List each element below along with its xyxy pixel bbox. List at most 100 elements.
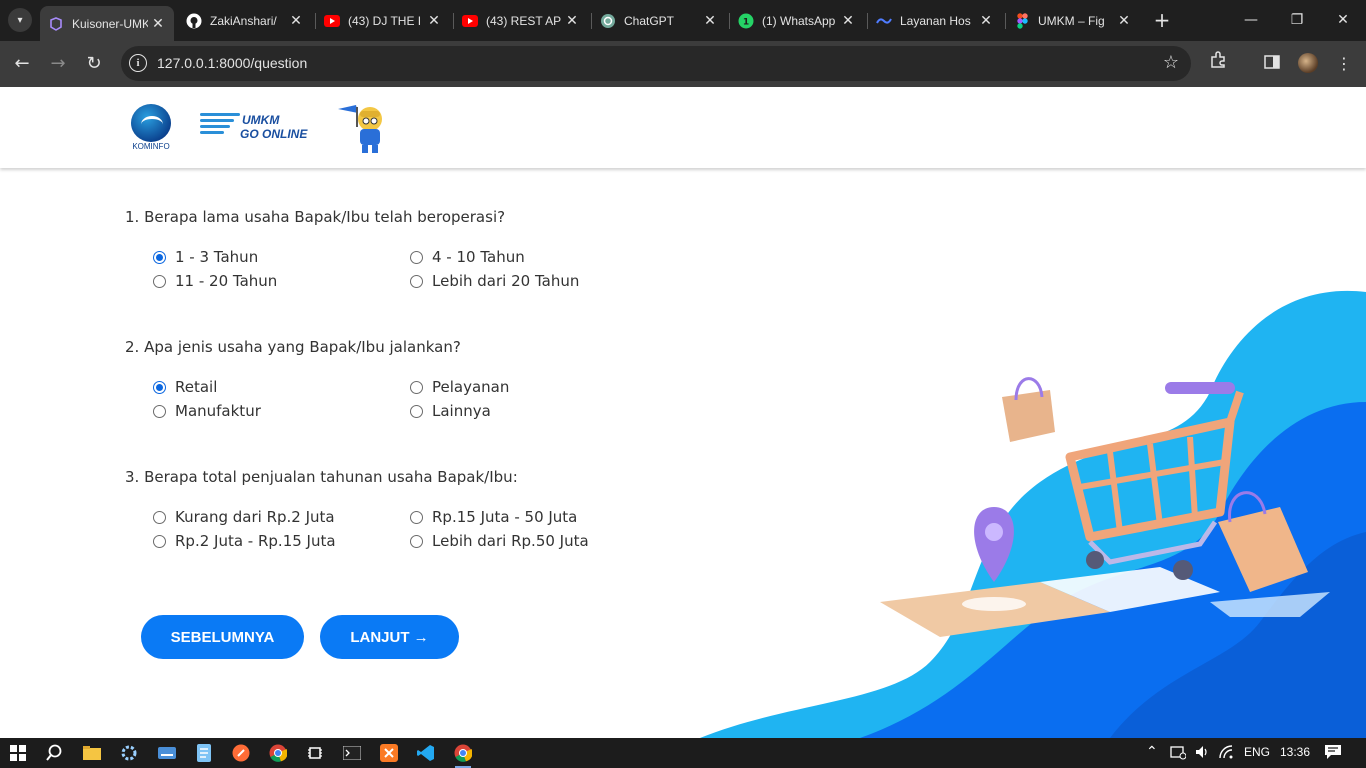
tab-title: Kuisoner-UMKM — [72, 16, 148, 31]
tab-github[interactable]: ZakiAnshari/ ✕ — [178, 6, 312, 35]
chrome-app-icon[interactable] — [266, 741, 290, 765]
tray-chevron-icon[interactable]: ⌃ — [1146, 743, 1158, 760]
radio-button[interactable] — [153, 274, 166, 288]
radio-button[interactable] — [410, 510, 423, 524]
notepad-app-icon[interactable] — [192, 741, 216, 765]
option-retail[interactable]: Retail — [153, 377, 410, 397]
url-text[interactable]: 127.0.0.1:8000/question — [157, 55, 307, 71]
site-header: KOMINFO UMKM GO ONLINE — [0, 87, 1366, 168]
option-1-3-tahun[interactable]: 1 - 3 Tahun — [153, 247, 410, 267]
tab-search-button[interactable]: ▾ — [8, 8, 32, 32]
restore-icon[interactable]: ❐ — [1274, 6, 1320, 34]
radio-button[interactable] — [153, 380, 166, 394]
radio-button[interactable] — [153, 404, 166, 418]
keyboard-app-icon[interactable] — [155, 741, 179, 765]
postman-app-icon[interactable] — [229, 741, 253, 765]
browser-menu-icon[interactable]: ⋮ — [1330, 50, 1358, 78]
minimize-icon[interactable]: — — [1228, 6, 1274, 34]
radio-button[interactable] — [153, 534, 166, 548]
tab-youtube-dj[interactable]: (43) DJ THE I ✕ — [316, 6, 450, 35]
new-tab-button[interactable]: + — [1152, 9, 1172, 31]
chrome-active-app-icon[interactable] — [451, 741, 475, 768]
option-pelayanan[interactable]: Pelayanan — [410, 377, 630, 397]
wifi-icon[interactable] — [1218, 744, 1234, 763]
site-info-icon[interactable]: i — [129, 54, 147, 72]
option-11-20-tahun[interactable]: 11 - 20 Tahun — [153, 271, 410, 291]
tab-whatsapp[interactable]: 1 (1) WhatsApp ✕ — [730, 6, 864, 35]
option-4-10-tahun[interactable]: 4 - 10 Tahun — [410, 247, 630, 267]
volume-icon[interactable] — [1194, 744, 1210, 763]
youtube-icon — [462, 13, 478, 29]
radio-button[interactable] — [410, 380, 423, 394]
option-lebih-20-tahun[interactable]: Lebih dari 20 Tahun — [410, 271, 630, 291]
windows-taskbar: ⌃ ENG 13:36 — [0, 738, 1366, 768]
tab-youtube-rest[interactable]: (43) REST AP ✕ — [454, 6, 588, 35]
network-status-icon[interactable] — [1170, 744, 1187, 763]
option-lainnya[interactable]: Lainnya — [410, 401, 630, 421]
question-1: 1. Berapa lama usaha Bapak/Ibu telah ber… — [125, 208, 685, 291]
forward-icon[interactable]: → — [44, 50, 72, 78]
whatsapp-icon: 1 — [738, 13, 754, 29]
terminal-app-icon[interactable] — [340, 741, 364, 765]
radio-button[interactable] — [153, 510, 166, 524]
option-lebih-50-juta[interactable]: Lebih dari Rp.50 Juta — [410, 531, 630, 551]
bookmark-star-icon[interactable]: ☆ — [1163, 52, 1179, 73]
tab-close-icon[interactable]: ✕ — [1114, 12, 1134, 29]
option-label: Pelayanan — [432, 378, 510, 396]
option-2-15-juta[interactable]: Rp.2 Juta - Rp.15 Juta — [153, 531, 410, 551]
vscode-app-icon[interactable] — [414, 741, 438, 765]
hosting-icon — [876, 13, 892, 29]
address-bar[interactable]: i 127.0.0.1:8000/question ☆ — [121, 46, 1191, 81]
settings-app-icon[interactable] — [117, 741, 141, 765]
extensions-icon[interactable] — [1204, 50, 1232, 78]
back-icon[interactable]: ← — [8, 50, 36, 78]
window-close-icon[interactable]: ✕ — [1320, 6, 1366, 34]
option-kurang-2-juta[interactable]: Kurang dari Rp.2 Juta — [153, 507, 410, 527]
tab-close-icon[interactable]: ✕ — [976, 12, 996, 29]
notification-icon[interactable] — [1324, 744, 1342, 763]
option-label: Lebih dari Rp.50 Juta — [432, 532, 589, 550]
option-label: Rp.2 Juta - Rp.15 Juta — [175, 532, 336, 550]
tab-close-icon[interactable]: ✕ — [700, 12, 720, 29]
xampp-app-icon[interactable] — [377, 741, 401, 765]
tab-figma[interactable]: UMKM – Fig ✕ — [1006, 6, 1140, 35]
option-label: 4 - 10 Tahun — [432, 248, 525, 266]
option-manufaktur[interactable]: Manufaktur — [153, 401, 410, 421]
side-panel-icon[interactable] — [1258, 50, 1286, 78]
radio-button[interactable] — [410, 404, 423, 418]
file-explorer-icon[interactable] — [80, 741, 104, 765]
tab-chatgpt[interactable]: ChatGPT ✕ — [592, 6, 726, 35]
radio-button[interactable] — [153, 250, 166, 264]
question-options: Kurang dari Rp.2 Juta Rp.15 Juta - 50 Ju… — [125, 507, 685, 551]
reload-icon[interactable]: ↻ — [80, 50, 108, 78]
question-2: 2. Apa jenis usaha yang Bapak/Ibu jalank… — [125, 338, 685, 421]
language-indicator[interactable]: ENG — [1244, 745, 1270, 759]
browser-toolbar: ← → ↻ i 127.0.0.1:8000/question ☆ ⋮ — [0, 41, 1366, 87]
tab-title: ChatGPT — [624, 13, 675, 28]
tab-close-icon[interactable]: ✕ — [838, 12, 858, 29]
umkm-logo-line1: UMKM — [242, 113, 280, 127]
tab-close-icon[interactable]: ✕ — [286, 12, 306, 29]
option-15-50-juta[interactable]: Rp.15 Juta - 50 Juta — [410, 507, 630, 527]
option-label: Lebih dari 20 Tahun — [432, 272, 580, 290]
search-icon[interactable] — [42, 741, 66, 765]
question-title: 3. Berapa total penjualan tahunan usaha … — [125, 468, 518, 486]
mascot-logo — [338, 105, 382, 153]
tab-kuisoner[interactable]: Kuisoner-UMKM ✕ — [40, 6, 174, 41]
tab-close-icon[interactable]: ✕ — [148, 15, 168, 32]
tab-close-icon[interactable]: ✕ — [424, 12, 444, 29]
question-title: 2. Apa jenis usaha yang Bapak/Ibu jalank… — [125, 338, 461, 356]
kominfo-logo-text: KOMINFO — [132, 142, 170, 151]
next-button[interactable]: LANJUT → — [320, 615, 459, 659]
radio-button[interactable] — [410, 534, 423, 548]
profile-avatar[interactable] — [1298, 53, 1318, 73]
radio-button[interactable] — [410, 250, 423, 264]
tab-layanan-hosting[interactable]: Layanan Hos ✕ — [868, 6, 1002, 35]
chip-app-icon[interactable] — [303, 741, 327, 765]
radio-button[interactable] — [410, 274, 423, 288]
clock[interactable]: 13:36 — [1280, 745, 1310, 759]
windows-start-icon[interactable] — [6, 741, 30, 765]
previous-button[interactable]: SEBELUMNYA — [141, 615, 304, 659]
tab-close-icon[interactable]: ✕ — [562, 12, 582, 29]
tab-title: UMKM – Fig — [1038, 13, 1105, 28]
